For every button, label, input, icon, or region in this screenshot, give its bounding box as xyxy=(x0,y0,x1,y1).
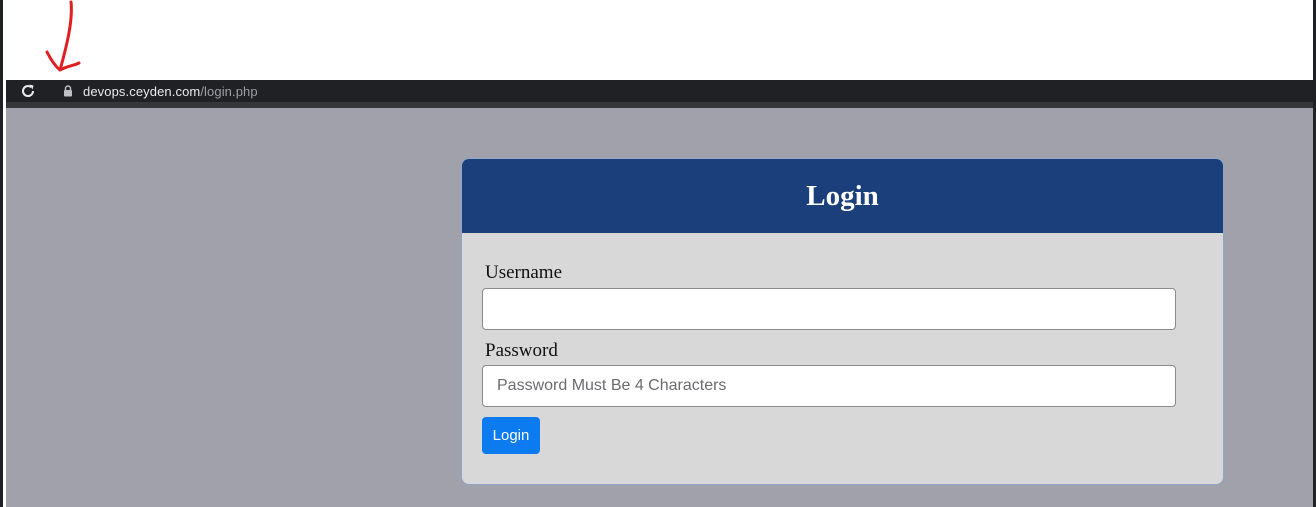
password-label: Password xyxy=(485,340,558,361)
hand-drawn-arrow-down-icon xyxy=(45,0,81,72)
username-label: Username xyxy=(485,262,563,283)
reload-icon xyxy=(22,84,35,97)
page-content: Login Username Password Login xyxy=(6,108,1313,507)
browser-address-bar: devops.ceyden.com/login.php xyxy=(6,80,1313,102)
login-card-header: Login xyxy=(462,159,1223,233)
url-host: devops.ceyden.com xyxy=(83,83,201,99)
url-field[interactable]: devops.ceyden.com/login.php xyxy=(48,80,1313,102)
page-title: Login xyxy=(806,179,879,212)
username-input[interactable] xyxy=(482,288,1176,330)
lock-icon xyxy=(62,84,74,98)
password-input[interactable] xyxy=(482,365,1176,407)
login-button[interactable]: Login xyxy=(482,417,540,454)
url-path: /login.php xyxy=(200,83,258,99)
url-text: devops.ceyden.com/login.php xyxy=(83,84,258,99)
login-card: Login Username Password Login xyxy=(461,158,1224,485)
reload-button[interactable] xyxy=(18,81,38,101)
screenshot-frame: devops.ceyden.com/login.php Login Userna… xyxy=(0,0,1316,507)
